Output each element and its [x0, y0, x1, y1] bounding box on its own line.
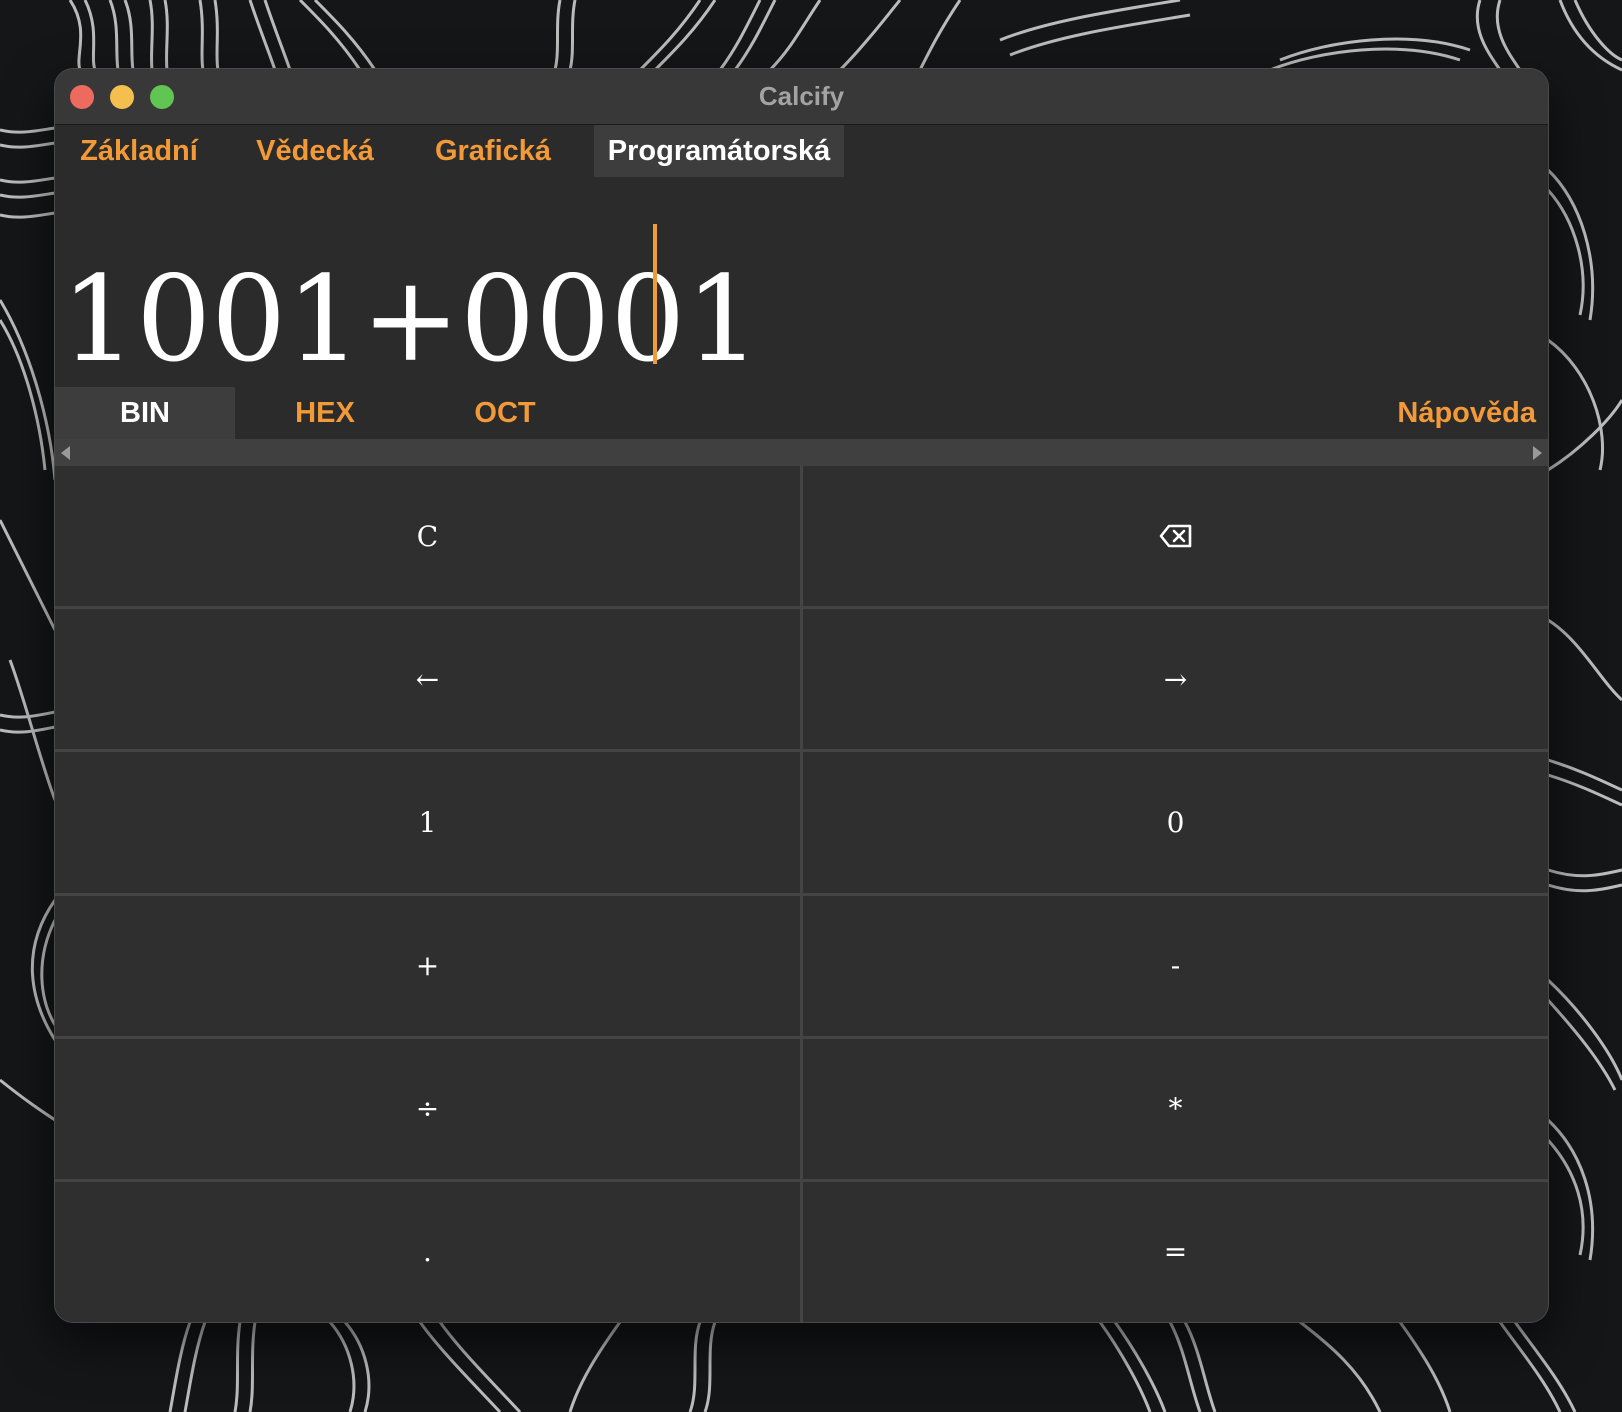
text-cursor [653, 224, 657, 364]
tab-oct[interactable]: OCT [415, 387, 595, 439]
equals-button[interactable]: = [803, 1181, 1548, 1322]
window-title: Calcify [758, 81, 845, 111]
title-bar: Calcify [55, 69, 1548, 125]
scroll-right-icon[interactable] [1533, 446, 1542, 460]
tab-basic[interactable]: Základní [69, 125, 209, 177]
tab-scientific[interactable]: Vědecká [245, 125, 385, 177]
minus-button[interactable]: - [803, 895, 1548, 1036]
mode-tabs: Základní Vědecká Grafická Programátorská [55, 125, 1548, 177]
help-link[interactable]: Nápověda [1397, 387, 1536, 439]
plus-button[interactable]: + [55, 895, 800, 1036]
cursor-right-button[interactable]: → [803, 609, 1548, 750]
keypad: C ← → 1 0 + - ÷ * . = [55, 466, 1548, 1322]
tab-programmer[interactable]: Programátorská [594, 125, 844, 177]
calculator-window: Calcify Základní Vědecká Grafická Progra… [55, 69, 1548, 1322]
tab-bin[interactable]: BIN [55, 387, 235, 439]
clear-button[interactable]: C [55, 466, 800, 607]
tab-hex[interactable]: HEX [235, 387, 415, 439]
cursor-left-button[interactable]: ← [55, 609, 800, 750]
backspace-button[interactable] [803, 466, 1548, 607]
divide-button[interactable]: ÷ [55, 1038, 800, 1179]
scroll-left-icon[interactable] [61, 446, 70, 460]
digit-0-button[interactable]: 0 [803, 752, 1548, 893]
backspace-icon [1159, 524, 1191, 548]
decimal-button[interactable]: . [55, 1181, 800, 1322]
digit-1-button[interactable]: 1 [55, 752, 800, 893]
multiply-button[interactable]: * [803, 1038, 1548, 1179]
tab-scrollbar[interactable] [55, 439, 1548, 466]
tab-graphing[interactable]: Grafická [423, 125, 563, 177]
base-tabs: BIN HEX OCT [55, 387, 1548, 439]
